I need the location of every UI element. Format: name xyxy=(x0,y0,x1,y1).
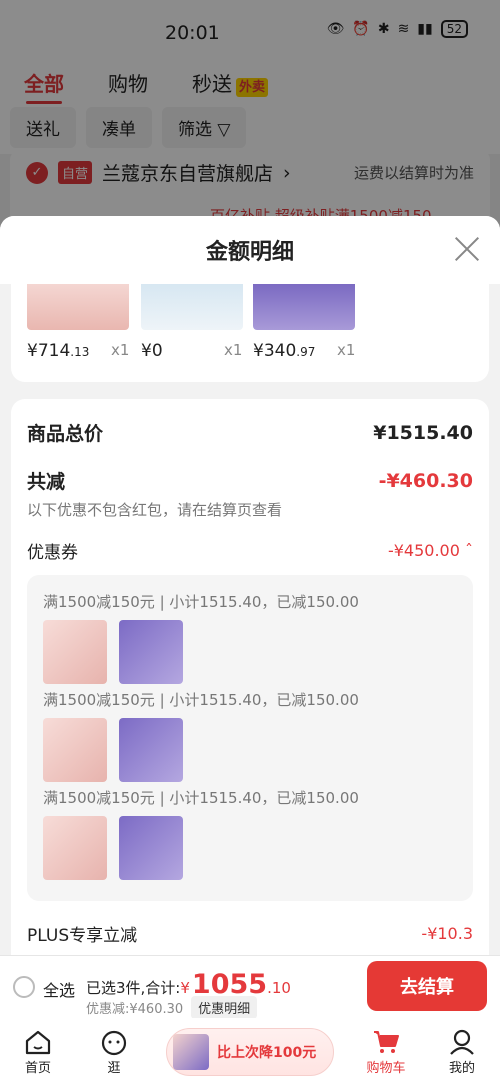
nav-browse-label: 逛 xyxy=(107,1061,121,1076)
nav-home[interactable]: 首页 xyxy=(14,1027,62,1076)
price-decimal: .97 xyxy=(296,345,316,359)
coupon-text: 满1500减150元 | 小计1515.40，已减150.00 xyxy=(43,789,359,807)
select-all-label[interactable]: 全选 xyxy=(43,977,75,1001)
product-qty: x1 xyxy=(224,341,243,359)
amount-detail-sheet: 金额明细 ¥714.13 x1 ¥0 x1 ¥340.97 x1 商品总价 ¥1… xyxy=(0,216,500,955)
coupon-list: 满1500减150元 | 小计1515.40，已减150.00 满1500减15… xyxy=(27,575,473,901)
discount-detail-button[interactable]: 优惠明细 xyxy=(191,996,258,1019)
selected-count: 已选3件,合计: xyxy=(86,979,181,997)
close-icon[interactable] xyxy=(454,236,480,262)
coupon-text: 满1500减150元 | 小计1515.40，已减150.00 xyxy=(43,593,359,611)
nav-me[interactable]: 我的 xyxy=(438,1027,486,1076)
total-row: 商品总价 ¥1515.40 xyxy=(27,419,473,446)
chevron-up-icon: ˆ xyxy=(465,541,473,560)
nav-me-label: 我的 xyxy=(448,1061,475,1076)
product-card: ¥714.13 x1 ¥0 x1 ¥340.97 x1 xyxy=(11,284,489,382)
price-drop-pill[interactable]: 比上次降100元 xyxy=(166,1027,334,1076)
product-qty: x1 xyxy=(111,341,130,359)
product-price: ¥340.97 xyxy=(253,341,315,361)
sheet-header: 金额明细 xyxy=(0,216,500,284)
coupon-row[interactable]: 优惠券 -¥450.00 ˆ xyxy=(27,538,473,563)
plus-row: PLUS专享立减 -¥10.3 xyxy=(27,921,473,946)
coupon-group: 满1500减150元 | 小计1515.40，已减150.00 xyxy=(43,689,359,782)
amount-breakdown: 商品总价 ¥1515.40 共减 -¥460.30 以下优惠不包含红包，请在结算… xyxy=(11,399,489,955)
product-price: ¥0 xyxy=(141,341,163,361)
select-all-radio[interactable] xyxy=(13,976,35,998)
price-main: ¥0 xyxy=(141,341,163,361)
nav-cart-label: 购物车 xyxy=(366,1061,406,1076)
pill-product-image xyxy=(173,1033,209,1070)
nav-browse[interactable]: 逛 xyxy=(90,1027,138,1076)
coupon-value: -¥450.00 xyxy=(387,541,460,560)
total-value: ¥1515.40 xyxy=(373,421,473,444)
product-thumb xyxy=(119,816,183,880)
price-main: ¥714 xyxy=(27,341,71,361)
reduce-label: 共减 xyxy=(27,471,66,493)
product-thumb xyxy=(43,816,107,880)
product-thumb xyxy=(43,718,107,782)
price-drop-label: 比上次降100元 xyxy=(217,1044,317,1061)
product-thumb xyxy=(119,718,183,782)
bottom-nav: 首页 逛 比上次降100元 购物车 我的 xyxy=(0,1018,500,1085)
reduce-note: 以下优惠不包含红包，请在结算页查看 xyxy=(27,501,283,519)
product-thumb xyxy=(43,620,107,684)
coupon-text: 满1500减150元 | 小计1515.40，已减150.00 xyxy=(43,691,359,709)
nav-home-label: 首页 xyxy=(24,1061,51,1076)
product-thumb xyxy=(119,620,183,684)
reduce-row: 共减 -¥460.30 xyxy=(27,467,473,494)
total-label: 商品总价 xyxy=(27,423,104,445)
coupon-value-wrap: -¥450.00 ˆ xyxy=(388,541,473,560)
checkout-button[interactable]: 去结算 xyxy=(367,961,487,1011)
product-image xyxy=(141,284,243,330)
checkout-bar: 全选 已选3件,合计: ¥ 1055.10 优惠减:¥460.30 优惠明细 去… xyxy=(0,955,500,1019)
total-decimal: .10 xyxy=(267,979,291,997)
reduce-value: -¥460.30 xyxy=(378,469,473,492)
price-main: ¥340 xyxy=(253,341,297,361)
plus-label: PLUS专享立减 xyxy=(27,926,138,946)
coupon-group: 满1500减150元 | 小计1515.40，已减150.00 xyxy=(43,591,359,684)
coupon-thumbs xyxy=(43,816,359,880)
product-image xyxy=(27,284,129,330)
profile-icon xyxy=(450,1029,474,1055)
plus-value: -¥10.3 xyxy=(421,924,473,943)
coupon-label: 优惠券 xyxy=(27,543,78,563)
coupon-thumbs xyxy=(43,620,359,684)
browse-icon xyxy=(101,1030,127,1056)
coupon-group: 满1500减150元 | 小计1515.40，已减150.00 xyxy=(43,787,359,880)
app-root: 20:01 👁 ⏰ ✱ ≋ ▮▮ 52 全部 购物 秒送 外卖 送礼 凑单 筛选 … xyxy=(0,0,500,1085)
coupon-thumbs xyxy=(43,718,359,782)
home-icon xyxy=(25,1030,51,1055)
price-decimal: .13 xyxy=(70,345,90,359)
nav-cart[interactable]: 购物车 xyxy=(362,1027,410,1076)
discount-amount: 优惠减:¥460.30 xyxy=(86,1002,184,1017)
product-price: ¥714.13 xyxy=(27,341,89,361)
cart-icon xyxy=(374,1031,399,1053)
product-image xyxy=(253,284,355,330)
discount-line: 优惠减:¥460.30 优惠明细 xyxy=(86,996,258,1019)
total-yen: ¥ xyxy=(180,979,190,997)
sheet-title: 金额明细 xyxy=(205,240,294,265)
product-qty: x1 xyxy=(337,341,356,359)
